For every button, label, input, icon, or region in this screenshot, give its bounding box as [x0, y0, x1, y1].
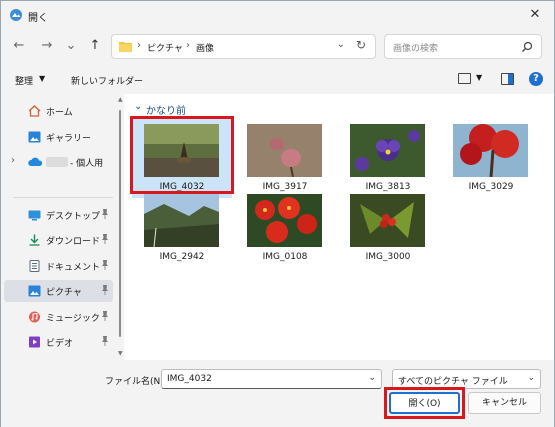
up-button[interactable]: ↑ — [87, 38, 103, 54]
navigation-bar: ← → ⌄ ↑ › ピクチャ › 画像 ⌄ ↻ 画像の検索 — [1, 29, 554, 65]
breadcrumb-separator: › — [137, 40, 141, 51]
annotation-highlight-frame — [130, 116, 234, 194]
redacted-account-name — [46, 157, 68, 167]
scroll-up-arrow[interactable]: ▲ — [118, 96, 123, 103]
pin-icon — [102, 234, 108, 244]
file-tile-img-2942[interactable]: IMG_2942 — [132, 188, 232, 268]
search-placeholder: 画像の検索 — [393, 44, 439, 54]
forward-button[interactable]: → — [39, 38, 55, 54]
address-bar[interactable]: › ピクチャ › 画像 ⌄ ↻ — [111, 34, 376, 59]
view-mode-dropdown[interactable]: ▼ — [476, 73, 482, 82]
refresh-button[interactable]: ↻ — [356, 38, 366, 52]
annotation-highlight-frame — [384, 387, 465, 419]
sidebar-item-label: ビデオ — [46, 339, 74, 349]
cloud-icon — [28, 157, 43, 166]
breadcrumb-separator: › — [186, 40, 190, 51]
sidebar-item-music[interactable]: ミュージック — [4, 306, 113, 328]
pin-icon — [102, 209, 108, 219]
recent-locations-button[interactable]: ⌄ — [63, 38, 79, 54]
sidebar-item-label: ドキュメント — [46, 263, 101, 273]
scroll-down-arrow[interactable]: ▼ — [118, 350, 123, 357]
file-tile-img-3813[interactable]: IMG_3813 — [338, 118, 438, 198]
pin-icon — [102, 311, 108, 321]
file-tile-img-3000[interactable]: IMG_3000 — [338, 188, 438, 268]
file-tile-img-3029[interactable]: IMG_3029 — [441, 118, 541, 198]
thumbnail-red-flowers — [247, 194, 322, 247]
file-name-label: IMG_3000 — [365, 252, 411, 262]
file-tile-img-0108[interactable]: IMG_0108 — [235, 188, 335, 268]
window-title: 開く — [28, 13, 48, 24]
pin-icon — [102, 285, 108, 295]
thumbnail-berries — [350, 194, 425, 247]
sidebar-item-label: ピクチャ — [46, 288, 82, 298]
search-icon — [522, 41, 533, 52]
file-type-value: すべてのピクチャ ファイル — [398, 377, 508, 387]
file-list-view: ⌄ かなり前 IMG_4032 IMG_3917 IMG_3813 IMG_30… — [124, 94, 554, 360]
back-button[interactable]: ← — [11, 38, 27, 54]
thumbnail-pansies — [350, 124, 425, 177]
organize-button[interactable]: 整理 — [15, 74, 33, 87]
help-icon[interactable]: ? — [529, 72, 543, 86]
expand-chevron-icon[interactable]: › — [11, 155, 15, 166]
search-box[interactable]: 画像の検索 — [384, 34, 542, 59]
close-button[interactable]: ✕ — [526, 6, 544, 24]
sidebar-item-downloads[interactable]: ダウンロード — [4, 229, 113, 251]
sidebar-divider — [13, 197, 113, 198]
command-bar: 整理 ▼ 新しいフォルダー ▼ ? — [1, 67, 554, 93]
app-icon — [10, 9, 22, 21]
file-name-input[interactable]: IMG_4032 ⌄ — [161, 369, 382, 389]
sidebar-item-label: ミュージック — [46, 314, 100, 324]
document-icon — [29, 260, 40, 272]
breadcrumb-pictures[interactable]: ピクチャ — [147, 41, 183, 54]
file-name-dropdown-icon[interactable]: ⌄ — [368, 373, 376, 383]
sidebar-item-documents[interactable]: ドキュメント — [4, 255, 113, 277]
new-folder-button[interactable]: 新しいフォルダー — [71, 74, 143, 87]
gallery-icon — [28, 131, 41, 143]
sidebar-item-label: ホーム — [46, 108, 73, 118]
thumbnail-mountains — [144, 194, 219, 247]
group-collapse-chevron[interactable]: ⌄ — [134, 101, 142, 112]
video-icon — [29, 336, 40, 348]
file-type-select[interactable]: すべてのピクチャ ファイル ⌄ — [392, 369, 541, 389]
sidebar-scrollbar-thumb[interactable] — [119, 110, 121, 337]
group-header[interactable]: かなり前 — [146, 102, 186, 117]
sidebar-item-desktop[interactable]: デスクトップ — [4, 204, 113, 226]
file-name-label: ファイル名(N): — [105, 377, 167, 387]
file-tile-img-3917[interactable]: IMG_3917 — [235, 118, 335, 198]
file-name-label: IMG_2942 — [159, 252, 205, 262]
pictures-icon — [28, 285, 41, 297]
breadcrumb-images[interactable]: 画像 — [196, 41, 214, 54]
dialog-footer: ファイル名(N): IMG_4032 ⌄ すべてのピクチャ ファイル ⌄ 開く(… — [1, 361, 554, 427]
pin-icon — [102, 336, 108, 346]
sidebar-item-label: - 個人用 — [70, 159, 104, 169]
preview-pane-icon[interactable] — [501, 73, 514, 85]
open-file-dialog: 開く ✕ ← → ⌄ ↑ › ピクチャ › 画像 ⌄ ↻ 画像の検索 整理 ▼ … — [0, 0, 555, 427]
sidebar-item-label: デスクトップ — [46, 212, 101, 222]
navigation-pane: ホーム ギャラリー › - 個人用 デスクトップ ダウンロード ドキュメント ピ… — [1, 94, 123, 360]
cancel-button[interactable]: キャンセル — [468, 392, 541, 414]
folder-icon — [119, 42, 132, 52]
title-bar: 開く ✕ — [1, 1, 554, 29]
sidebar-item-label: ギャラリー — [46, 134, 92, 144]
sidebar-item-pictures[interactable]: ピクチャ — [4, 280, 113, 302]
desktop-icon — [28, 210, 41, 221]
view-mode-icon[interactable] — [458, 73, 471, 84]
thumbnail-maple-tree — [453, 124, 528, 177]
music-icon — [29, 311, 40, 323]
file-name-label: IMG_0108 — [262, 252, 308, 262]
organize-dropdown-icon[interactable]: ▼ — [39, 74, 45, 83]
file-name-value: IMG_4032 — [167, 374, 212, 384]
sidebar-item-label: ダウンロード — [46, 237, 101, 247]
sidebar-item-home[interactable]: ホーム — [4, 100, 113, 122]
sidebar-item-videos[interactable]: ビデオ — [4, 331, 113, 353]
home-icon — [28, 105, 41, 117]
sidebar-item-onedrive[interactable]: › - 個人用 — [4, 151, 113, 173]
address-dropdown-button[interactable]: ⌄ — [337, 39, 345, 50]
sidebar-item-gallery[interactable]: ギャラリー — [4, 126, 113, 148]
file-name-label: IMG_3029 — [468, 182, 514, 192]
file-type-dropdown-icon[interactable]: ⌄ — [527, 373, 535, 383]
download-icon — [29, 234, 40, 246]
pin-icon — [102, 260, 108, 270]
thumbnail-buds — [247, 124, 322, 177]
